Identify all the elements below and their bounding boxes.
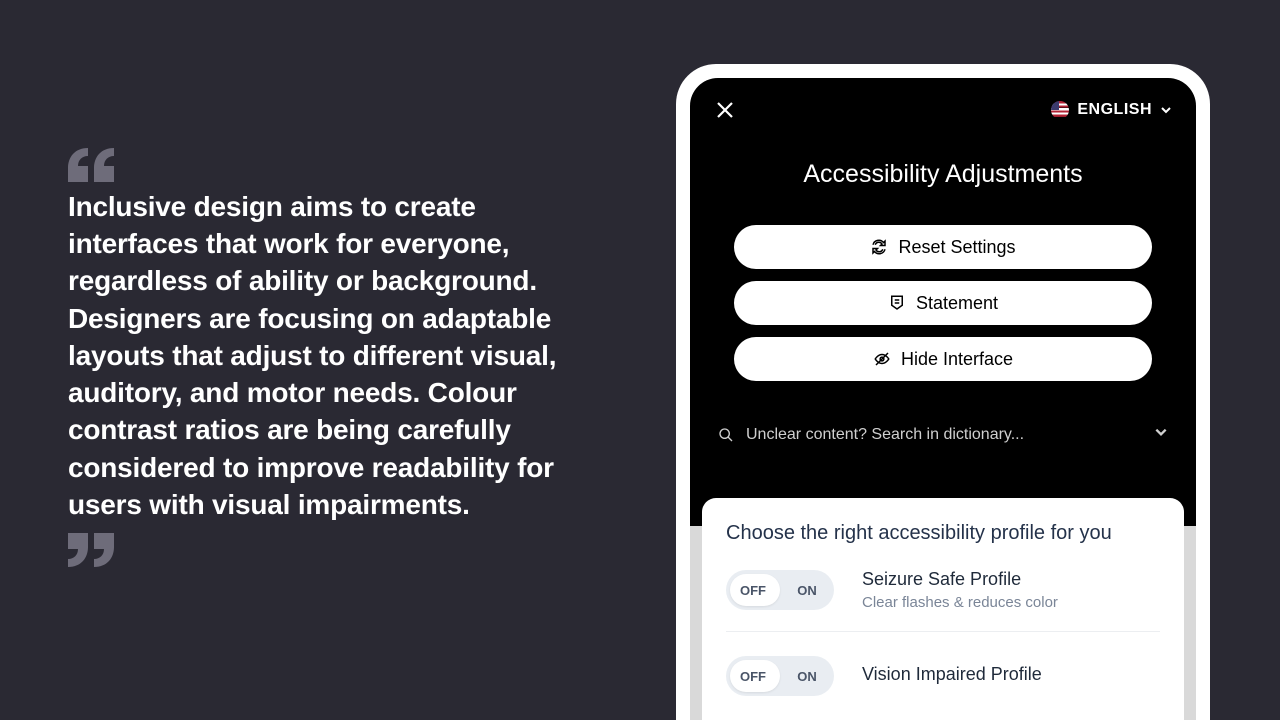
refresh-icon: [870, 238, 888, 256]
language-label: ENGLISH: [1077, 101, 1152, 119]
toggle-on-label: ON: [780, 669, 834, 684]
hide-interface-label: Hide Interface: [901, 349, 1013, 370]
language-selector[interactable]: ENGLISH: [1051, 101, 1172, 119]
quote-text: Inclusive design aims to create interfac…: [68, 188, 608, 523]
quote-close-icon: [68, 533, 608, 567]
toggle-off-label: OFF: [726, 583, 780, 598]
chevron-down-icon: [1160, 104, 1172, 116]
chevron-down-icon: [1154, 425, 1168, 444]
profile-desc: Clear flashes & reduces color: [862, 594, 1058, 611]
toggle-off-label: OFF: [726, 669, 780, 684]
profile-row: OFF ON Vision Impaired Profile: [726, 632, 1160, 716]
statement-button[interactable]: Statement: [734, 281, 1152, 325]
quote-open-icon: [68, 148, 608, 182]
eye-off-icon: [873, 350, 891, 368]
flag-us-icon: [1051, 101, 1069, 119]
search-icon: [718, 427, 734, 443]
profiles-heading: Choose the right accessibility profile f…: [726, 522, 1160, 545]
badge-icon: [888, 294, 906, 312]
quote-block: Inclusive design aims to create interfac…: [68, 148, 608, 567]
profile-name: Vision Impaired Profile: [862, 664, 1042, 685]
close-button[interactable]: [714, 99, 736, 121]
hide-interface-button[interactable]: Hide Interface: [734, 337, 1152, 381]
toggle-on-label: ON: [780, 583, 834, 598]
profile-toggle[interactable]: OFF ON: [726, 656, 834, 696]
profile-row: OFF ON Seizure Safe Profile Clear flashe…: [726, 545, 1160, 632]
dictionary-search-placeholder: Unclear content? Search in dictionary...: [746, 426, 1142, 444]
profile-toggle[interactable]: OFF ON: [726, 570, 834, 610]
statement-label: Statement: [916, 293, 998, 314]
panel-title: Accessibility Adjustments: [714, 160, 1172, 189]
phone-screen: ENGLISH Accessibility Adjustments Reset …: [690, 78, 1196, 720]
profiles-card: Choose the right accessibility profile f…: [702, 498, 1184, 720]
dictionary-search[interactable]: Unclear content? Search in dictionary...: [714, 425, 1172, 444]
reset-settings-button[interactable]: Reset Settings: [734, 225, 1152, 269]
profile-name: Seizure Safe Profile: [862, 569, 1058, 590]
reset-settings-label: Reset Settings: [898, 237, 1015, 258]
phone-mockup: ENGLISH Accessibility Adjustments Reset …: [676, 64, 1210, 720]
accessibility-panel: ENGLISH Accessibility Adjustments Reset …: [690, 78, 1196, 526]
panel-button-group: Reset Settings Statement Hide Interface: [714, 225, 1172, 381]
